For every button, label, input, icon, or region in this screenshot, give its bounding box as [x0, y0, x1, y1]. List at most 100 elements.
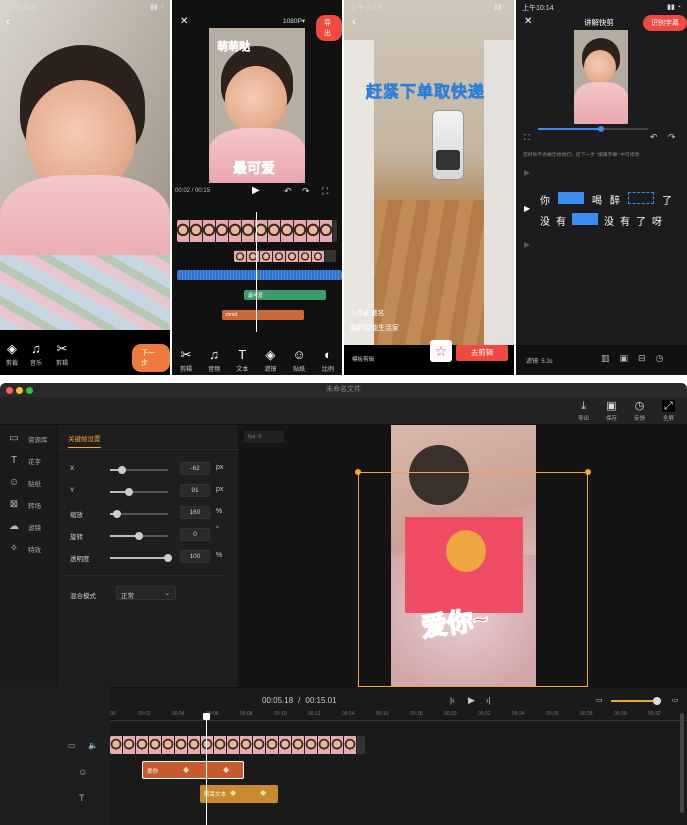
rotation-value-input[interactable]: 0 [180, 528, 210, 541]
slider-knob[interactable] [135, 532, 143, 540]
close-window-button[interactable] [6, 387, 13, 394]
redo-icon[interactable]: ↷ [302, 186, 310, 197]
playhead-handle[interactable] [203, 713, 210, 720]
go-edit-button[interactable]: 去剪辑 [456, 345, 508, 361]
next-frame-icon[interactable]: ›| [486, 696, 491, 705]
next-button[interactable]: 下一步 [132, 344, 170, 372]
subtitle-char[interactable]: 呀 [652, 213, 662, 228]
sidebar-item-text[interactable]: T 花字 [8, 455, 41, 466]
fullscreen-button[interactable]: ⤢ 全屏 [662, 400, 675, 422]
y-value-input[interactable]: 91 [180, 484, 210, 497]
back-arrow-icon[interactable]: ‹ [6, 16, 10, 28]
sticker-text-top[interactable]: 萌萌哒 [217, 38, 250, 54]
subtitle-icon[interactable]: ▣ [620, 353, 629, 364]
undo-icon[interactable]: ↶ [284, 186, 292, 197]
zoom-out-icon[interactable]: ▭ [596, 696, 603, 704]
recognize-subtitle-button[interactable]: 识别字幕 [643, 15, 687, 31]
sidebar-item-library[interactable]: ▭ 资源库 [8, 433, 47, 444]
resize-handle[interactable] [585, 469, 591, 475]
subtitle-char[interactable]: 醉 [610, 192, 620, 207]
close-icon[interactable]: ✕ [180, 16, 188, 27]
zoom-knob[interactable] [653, 697, 661, 705]
x-slider[interactable] [110, 466, 168, 474]
undo-icon[interactable]: ↶ [650, 132, 658, 143]
tab-keyframe[interactable]: 关键帧设置 [68, 433, 101, 448]
resolution-select[interactable]: 1080P▾ [283, 17, 305, 25]
feedback-button[interactable]: ◷ 反馈 [634, 400, 645, 422]
playhead[interactable] [256, 212, 257, 332]
play-row-icon[interactable]: ▶ [524, 168, 530, 177]
sidebar-item-sticker[interactable]: ☺ 贴纸 [8, 477, 41, 488]
split-icon[interactable]: ⊟ [638, 353, 646, 364]
tool-ratio[interactable]: ◐ 比例 [322, 348, 334, 375]
video-track[interactable] [177, 220, 337, 242]
tool-crop[interactable]: ◈ 剪裁 [6, 342, 18, 367]
tool-cut[interactable]: ✂ 剪辑 [56, 342, 68, 367]
keyframe-diamond-icon[interactable]: ◆ [183, 765, 189, 774]
tool-music[interactable]: ♫ 音乐 [30, 342, 42, 367]
mute-icon[interactable]: 🔈 [88, 741, 98, 750]
keyframe-diamond-icon[interactable]: ◆ [223, 765, 229, 774]
text-clip[interactable]: 阿呆文本 ◆ ◆ [200, 785, 278, 803]
save-button[interactable]: ▣ 保存 [606, 400, 617, 422]
tool-sticker[interactable]: ☺ 贴纸 [292, 348, 305, 375]
tool-text[interactable]: T 文本 [236, 348, 248, 375]
slider-knob[interactable] [112, 510, 121, 518]
back-arrow-icon[interactable]: ‹ [352, 16, 356, 28]
selection-gap[interactable] [628, 192, 654, 204]
prev-frame-icon[interactable]: |‹ [450, 696, 455, 705]
subtitle-char[interactable]: 没 [604, 213, 614, 228]
tool-audio[interactable]: ♫ 音频 [208, 348, 220, 375]
minimize-window-button[interactable] [16, 387, 23, 394]
video-clip[interactable] [110, 736, 365, 754]
fullscreen-icon[interactable]: ⛶ [322, 186, 328, 197]
sidebar-item-transition[interactable]: ⊠ 转场 [8, 499, 41, 510]
x-value-input[interactable]: -62 [180, 462, 210, 475]
tool-cut[interactable]: ✂ 剪辑 [180, 348, 192, 375]
opacity-value-input[interactable]: 100 [180, 550, 210, 563]
play-icon[interactable]: ▶ [252, 185, 260, 196]
opacity-slider[interactable] [110, 554, 172, 562]
subtitle-char[interactable]: 了 [636, 213, 646, 228]
resize-handle[interactable] [355, 469, 361, 475]
sidebar-item-effects[interactable]: ✧ 特效 [8, 543, 41, 554]
maximize-window-button[interactable] [26, 387, 33, 394]
timeline-scrollbar[interactable] [680, 713, 684, 813]
subtitle-char[interactable]: 有 [556, 213, 566, 228]
text-clip-orange[interactable]: mmd [222, 310, 304, 320]
blend-mode-select[interactable]: 正常 ⌄ [116, 586, 176, 600]
scale-slider[interactable] [110, 510, 168, 518]
selection-gap[interactable] [572, 213, 598, 225]
subtitle-char[interactable]: 没 [540, 213, 550, 228]
scale-value-input[interactable]: 160 [180, 506, 210, 519]
subtitle-char[interactable]: 你 [540, 192, 550, 207]
progress-track[interactable] [538, 126, 648, 132]
favorite-star-icon[interactable]: ☆ [430, 340, 452, 362]
export-button[interactable]: 导出 [316, 15, 342, 41]
sticker-text-bottom[interactable]: 最可爱 [233, 158, 276, 178]
video-track-2[interactable] [234, 250, 336, 262]
slider-knob[interactable] [125, 488, 134, 496]
audio-icon[interactable]: ▥ [601, 353, 610, 364]
zoom-slider[interactable] [611, 697, 661, 705]
play-row-icon[interactable]: ▶ [524, 240, 530, 249]
play-icon[interactable]: ▶ [468, 695, 475, 706]
y-slider[interactable] [110, 488, 168, 496]
fullscreen-icon[interactable]: ⛶ [524, 133, 530, 143]
slider-knob[interactable] [164, 554, 172, 562]
timer-icon[interactable]: ◷ [656, 353, 664, 364]
sidebar-item-filter[interactable]: ☁ 滤镜 [8, 521, 41, 532]
audio-waveform[interactable] [177, 270, 342, 280]
rotation-slider[interactable] [110, 532, 168, 540]
close-icon[interactable]: ✕ [524, 16, 532, 27]
play-row-icon[interactable]: ▶ [524, 204, 530, 213]
keyframe-diamond-icon[interactable]: ◆ [260, 788, 266, 797]
subtitle-char[interactable]: 了 [662, 192, 672, 207]
subtitle-char[interactable]: 喝 [592, 192, 602, 207]
keyframe-diamond-icon[interactable]: ◆ [230, 788, 236, 797]
selection-box[interactable] [358, 472, 588, 687]
redo-icon[interactable]: ↷ [668, 132, 676, 143]
playhead[interactable] [203, 713, 210, 825]
subtitle-char[interactable]: 有 [620, 213, 630, 228]
zoom-in-icon[interactable]: ▭ [672, 696, 679, 704]
